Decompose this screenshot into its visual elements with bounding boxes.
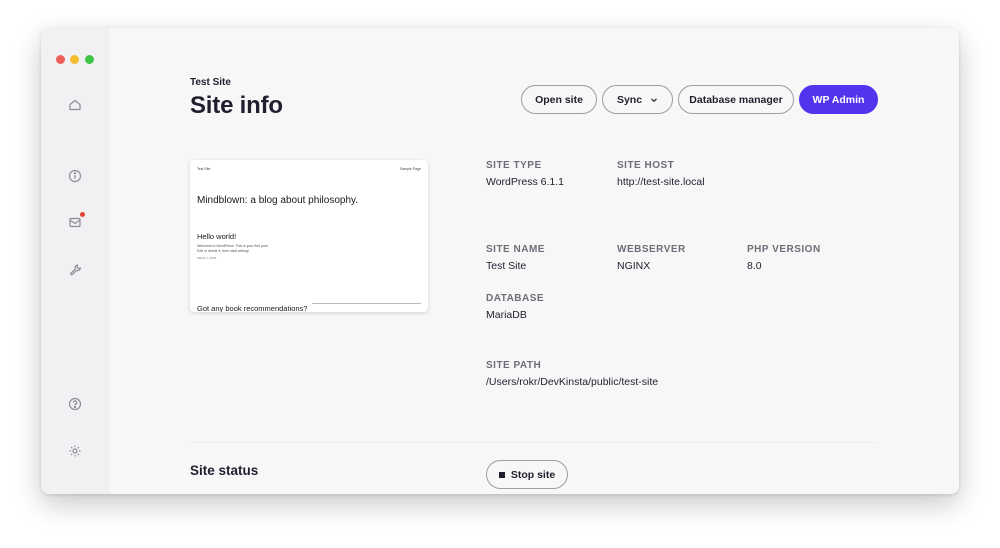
database-manager-label: Database manager [689, 93, 783, 106]
php-version-label: PHP VERSION [747, 244, 821, 255]
site-path-label: SITE PATH [486, 360, 542, 371]
database-label: DATABASE [486, 293, 545, 304]
page-title: Site info [190, 92, 283, 119]
site-preview[interactable]: Test Site Sample Page Mindblown: a blog … [190, 160, 428, 312]
info-icon[interactable] [67, 168, 83, 184]
site-path-value: /Users/rokr/DevKinsta/public/test-site [486, 376, 659, 388]
preview-post-title: Hello world! [197, 232, 237, 241]
preview-tagline: Mindblown: a blog about philosophy. [197, 195, 359, 206]
stop-icon [498, 471, 505, 478]
site-type-label: SITE TYPE [486, 160, 542, 171]
wp-admin-button[interactable]: WP Admin [799, 85, 878, 114]
sidebar [41, 28, 109, 494]
open-site-label: Open site [535, 93, 583, 106]
wp-admin-label: WP Admin [812, 93, 865, 106]
stop-site-label: Stop site [510, 468, 556, 481]
php-version-value: 8.0 [747, 260, 762, 272]
mail-icon[interactable] [67, 212, 85, 230]
section-divider [190, 442, 878, 443]
site-path-field: SITE PATH /Users/rokr/DevKinsta/public/t… [486, 360, 658, 388]
preview-question: Got any book recommendations? [197, 304, 308, 312]
app-window: Test Site Site info Open site Sync Datab… [41, 28, 959, 494]
site-host-value: http://test-site.local [617, 176, 705, 188]
webserver-value: NGINX [617, 260, 651, 272]
database-manager-button[interactable]: Database manager [678, 85, 794, 114]
webserver-label: WEBSERVER [617, 244, 686, 255]
help-icon[interactable] [67, 396, 83, 412]
preview-search-line [312, 303, 421, 304]
preview-site-name: Test Site [197, 167, 211, 171]
site-type-value: WordPress 6.1.1 [486, 176, 565, 188]
zoom-window-button[interactable] [85, 55, 94, 64]
site-name-field: SITE NAME Test Site [486, 244, 545, 272]
wrench-icon[interactable] [67, 262, 83, 278]
site-status-title: Site status [190, 463, 259, 478]
stop-site-button[interactable]: Stop site [486, 460, 568, 489]
close-window-button[interactable] [56, 55, 65, 64]
main-content: Test Site Site info Open site Sync Datab… [109, 28, 959, 494]
preview-post-text: Edit or delete it, then start writing! [197, 249, 249, 253]
database-value: MariaDB [486, 309, 527, 321]
home-icon[interactable] [67, 97, 83, 113]
minimize-window-button[interactable] [70, 55, 79, 64]
site-type-field: SITE TYPE WordPress 6.1.1 [486, 160, 564, 188]
open-site-button[interactable]: Open site [521, 85, 597, 114]
site-name-label: SITE NAME [486, 244, 545, 255]
preview-post-date: March 1, 2023 [197, 256, 217, 260]
chevron-down-icon [651, 97, 657, 102]
preview-post-text: Welcome to WordPress. This is your first… [197, 244, 269, 248]
site-name-value: Test Site [486, 260, 527, 272]
php-version-field: PHP VERSION 8.0 [747, 244, 821, 272]
site-host-label: SITE HOST [617, 160, 675, 171]
preview-sample-page: Sample Page [399, 167, 421, 171]
site-host-field: SITE HOST http://test-site.local [617, 160, 705, 188]
notification-dot [80, 212, 85, 217]
webserver-field: WEBSERVER NGINX [617, 244, 686, 272]
gear-icon[interactable] [67, 443, 83, 459]
breadcrumb: Test Site [190, 77, 231, 88]
database-field: DATABASE MariaDB [486, 293, 544, 321]
sync-label: Sync [616, 93, 643, 106]
sync-button[interactable]: Sync [602, 85, 673, 114]
